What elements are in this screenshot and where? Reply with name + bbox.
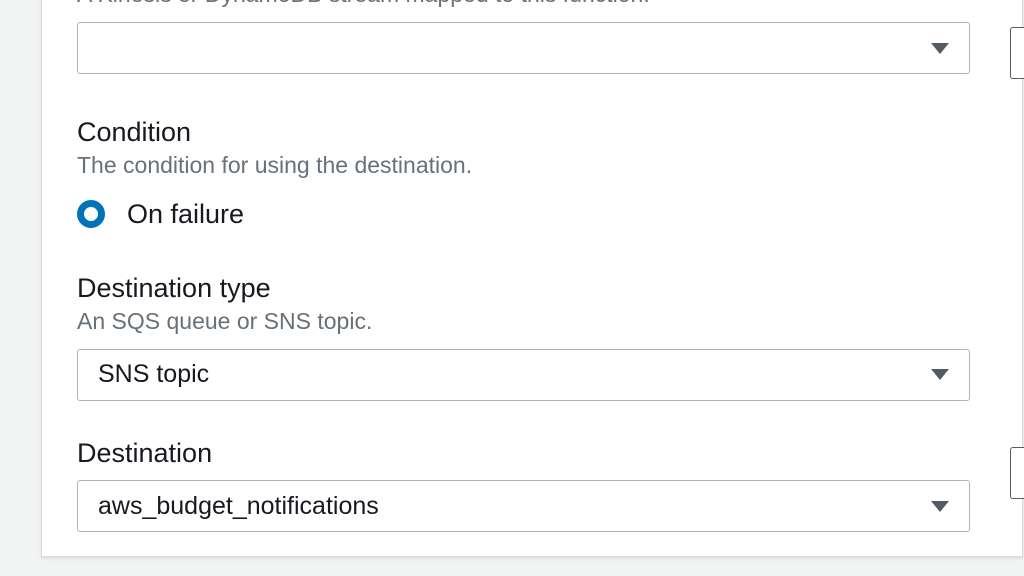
destination-type-title: Destination type [77, 272, 970, 306]
caret-down-icon [931, 369, 949, 380]
destination-type-select[interactable]: SNS topic [77, 349, 970, 401]
stream-select[interactable] [77, 22, 970, 74]
stream-field: A Kinesis or DynamoDB stream mapped to t… [77, 0, 970, 74]
caret-down-icon [931, 43, 949, 54]
condition-option-label: On failure [127, 199, 244, 230]
stream-edge-button[interactable] [1010, 27, 1024, 79]
stream-description: A Kinesis or DynamoDB stream mapped to t… [77, 0, 970, 8]
destination-type-field: Destination type An SQS queue or SNS top… [77, 272, 970, 401]
destination-edge-button[interactable] [1010, 447, 1024, 499]
destination-type-select-value: SNS topic [98, 360, 209, 389]
caret-down-icon [931, 501, 949, 512]
destination-type-description: An SQS queue or SNS topic. [77, 308, 970, 335]
condition-description: The condition for using the destination. [77, 152, 970, 179]
condition-option[interactable]: On failure [77, 199, 970, 230]
destination-field: Destination aws_budget_notifications [77, 437, 970, 533]
destination-select-value: aws_budget_notifications [98, 492, 379, 521]
destination-select[interactable]: aws_budget_notifications [77, 480, 970, 532]
destination-config-panel: A Kinesis or DynamoDB stream mapped to t… [41, 0, 1023, 557]
destination-title: Destination [77, 437, 970, 471]
condition-title: Condition [77, 116, 970, 150]
radio-selected-icon[interactable] [77, 200, 105, 228]
condition-field: Condition The condition for using the de… [77, 116, 970, 230]
